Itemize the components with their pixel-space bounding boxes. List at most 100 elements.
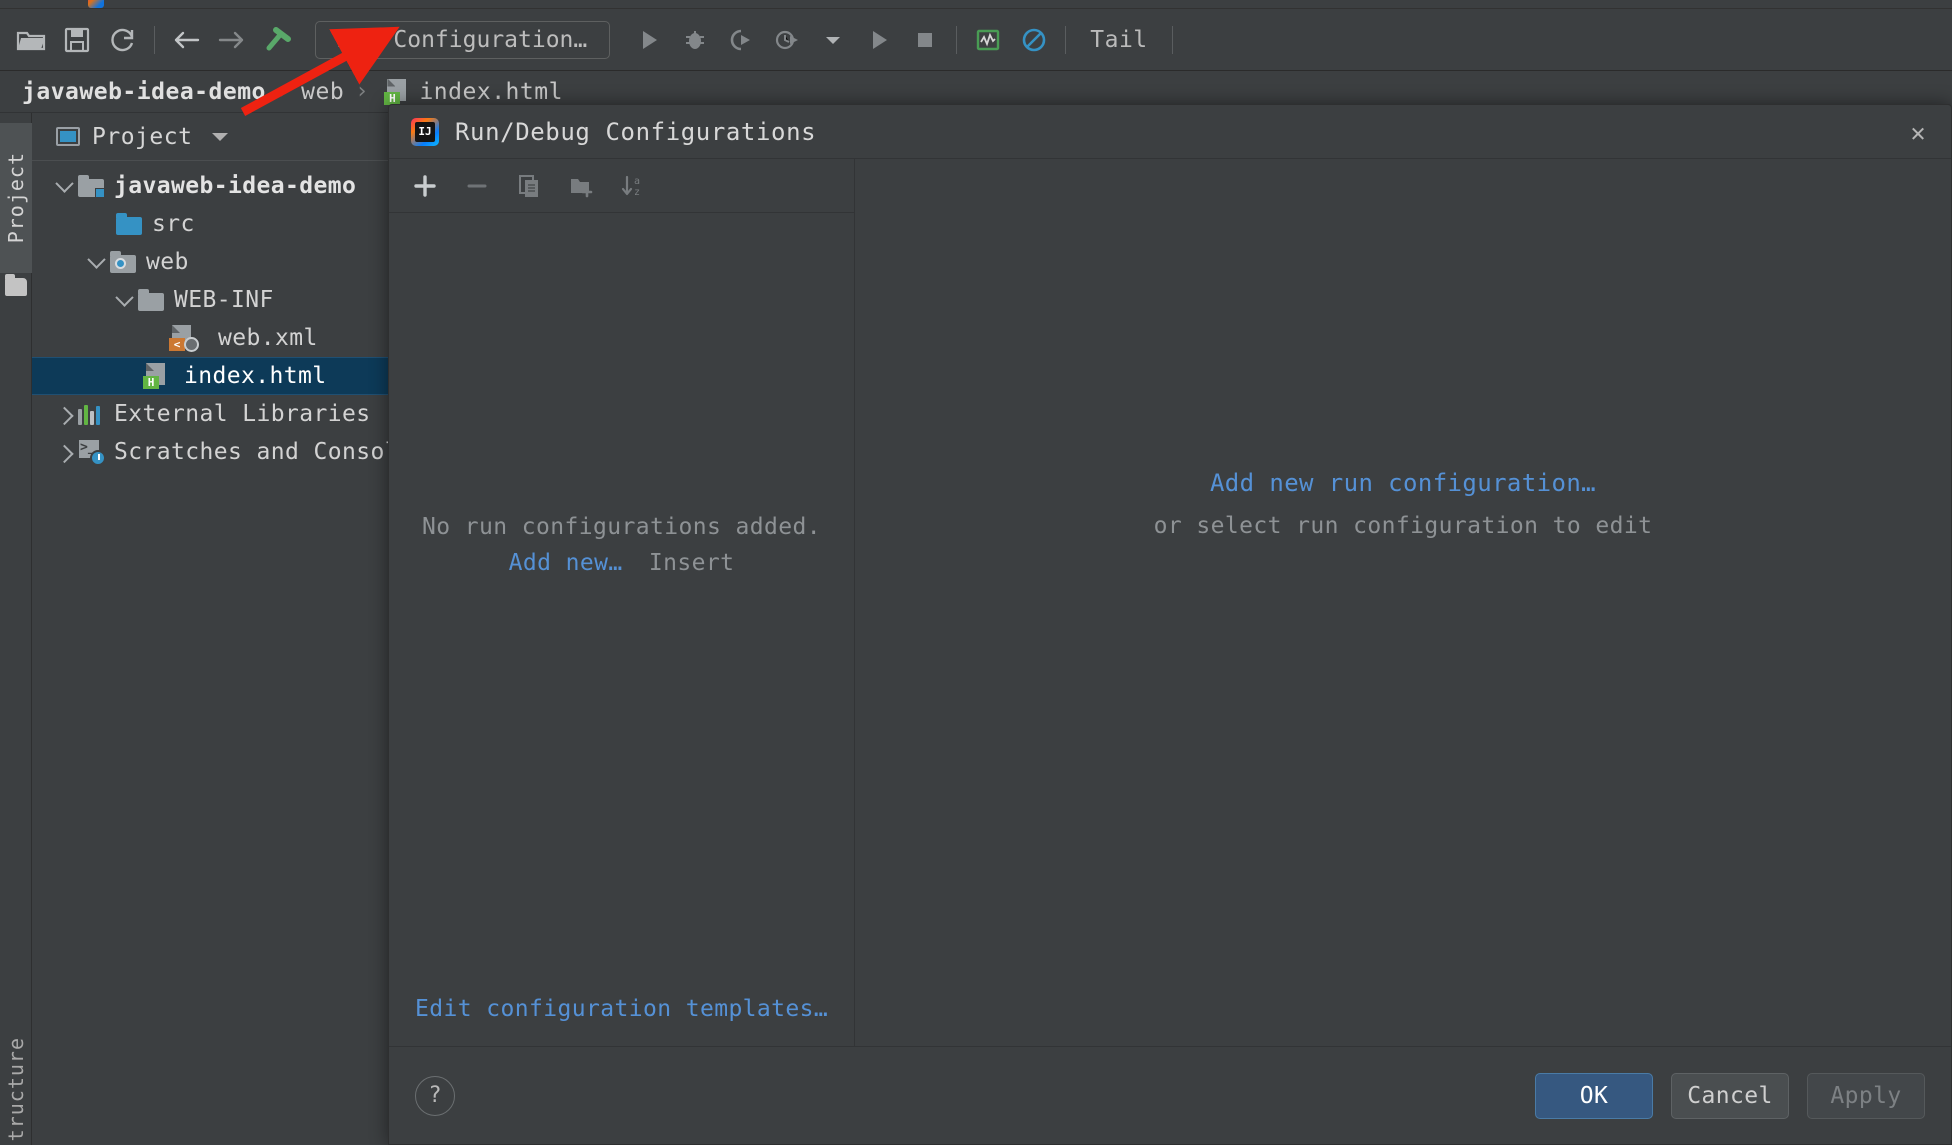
module-folder-icon xyxy=(78,175,104,197)
project-view-icon xyxy=(56,127,80,146)
breadcrumb-item-index-html[interactable]: index.html xyxy=(419,79,562,105)
close-icon[interactable]: ✕ xyxy=(1903,117,1933,147)
html-file-icon: H xyxy=(144,363,168,389)
add-new-run-configuration-link[interactable]: Add new run configuration… xyxy=(1210,469,1596,497)
toolbar-separator-1 xyxy=(154,26,155,54)
tree-node-label: web xyxy=(146,249,189,275)
run-with-coverage-icon[interactable] xyxy=(718,17,764,63)
tree-node-src[interactable]: src xyxy=(32,205,388,243)
copy-configuration-button[interactable] xyxy=(507,166,551,206)
structure-tab-label: tructure xyxy=(4,1037,28,1141)
breadcrumb-root[interactable]: javaweb-idea-demo xyxy=(22,79,266,105)
tree-node-javaweb-idea-demo[interactable]: javaweb-idea-demo xyxy=(32,167,388,205)
tail-button[interactable]: Tail xyxy=(1074,27,1163,53)
run-debug-configurations-dialog: Run/Debug Configurations ✕ xyxy=(388,104,1952,1145)
forward-arrow-icon[interactable] xyxy=(209,17,255,63)
dialog-body: a z No run configurations added. Add new… xyxy=(389,159,1951,1046)
web-folder-icon xyxy=(110,251,136,273)
tree-node-label: Scratches and Consol xyxy=(114,439,388,465)
edit-configuration-templates-link[interactable]: Edit configuration templates… xyxy=(415,996,828,1022)
intellij-idea-icon xyxy=(411,118,439,146)
stop-square-icon[interactable] xyxy=(902,17,948,63)
chevron-down-icon[interactable] xyxy=(212,133,228,141)
folder-icon xyxy=(138,289,164,311)
libraries-icon xyxy=(78,403,104,425)
svg-text:a: a xyxy=(634,176,640,187)
expand-toggle[interactable] xyxy=(50,180,78,193)
expand-toggle[interactable] xyxy=(50,446,78,459)
dialog-title: Run/Debug Configurations xyxy=(455,118,816,146)
menu-bar-strip xyxy=(0,0,1952,9)
dialog-title-bar: Run/Debug Configurations ✕ xyxy=(389,105,1951,159)
remove-configuration-button[interactable] xyxy=(455,166,499,206)
xml-file-icon: < xyxy=(170,325,194,351)
edit-templates-container: Edit configuration templates… xyxy=(389,996,854,1046)
sidebar-item-project[interactable]: Project xyxy=(0,123,32,273)
toolbar-separator-2 xyxy=(956,26,957,54)
project-tree: javaweb-idea-demo src web xyxy=(32,161,388,471)
tree-node-web[interactable]: web xyxy=(32,243,388,281)
sync-refresh-icon[interactable] xyxy=(100,17,146,63)
run-play-icon[interactable] xyxy=(626,17,672,63)
toolbar-separator-3 xyxy=(1065,26,1066,54)
debug-bug-icon[interactable] xyxy=(672,17,718,63)
main-toolbar: Add Configuration… xyxy=(0,9,1952,71)
tree-node-scratches-and-consoles[interactable]: >_ Scratches and Consol xyxy=(32,433,388,471)
tree-node-label: src xyxy=(152,211,195,237)
add-new-shortcut: Insert xyxy=(649,550,734,576)
left-tool-window-bar: Project tructure xyxy=(0,113,32,1145)
tree-node-web-xml[interactable]: < web.xml xyxy=(32,319,388,357)
project-view-label: Project xyxy=(92,124,192,150)
save-all-icon[interactable] xyxy=(54,17,100,63)
add-new-link[interactable]: Add new… xyxy=(509,550,623,576)
tree-node-index-html[interactable]: H index.html xyxy=(32,357,388,395)
sort-alphabetically-button[interactable]: a z xyxy=(611,166,655,206)
add-configuration-button[interactable]: Add Configuration… xyxy=(315,21,610,59)
tree-node-external-libraries[interactable]: External Libraries xyxy=(32,395,388,433)
chevron-down-icon[interactable] xyxy=(810,17,856,63)
project-tool-window: Project javaweb-idea-demo src xyxy=(32,113,388,1145)
tree-node-label: web.xml xyxy=(218,325,318,351)
run-play-icon-2[interactable] xyxy=(856,17,902,63)
project-view-header[interactable]: Project xyxy=(32,113,388,161)
project-tab-label: Project xyxy=(4,152,28,243)
add-configuration-button[interactable] xyxy=(403,166,447,206)
intellij-idea-icon-small xyxy=(88,0,104,8)
open-folder-icon[interactable] xyxy=(8,17,54,63)
svg-text:z: z xyxy=(634,187,640,198)
application-window: Add Configuration… xyxy=(0,0,1952,1145)
tree-node-label: External Libraries xyxy=(114,401,370,427)
breadcrumb-item-web[interactable]: web xyxy=(301,79,344,105)
cancel-button[interactable]: Cancel xyxy=(1671,1073,1789,1119)
back-arrow-icon[interactable] xyxy=(163,17,209,63)
expand-toggle[interactable] xyxy=(50,408,78,421)
tree-node-label: javaweb-idea-demo xyxy=(114,173,356,199)
source-folder-icon xyxy=(116,213,142,235)
expand-toggle[interactable] xyxy=(82,256,110,269)
empty-list-actions: Add new… Insert xyxy=(509,550,735,576)
configurations-toolbar: a z xyxy=(389,159,854,213)
no-entry-icon[interactable] xyxy=(1011,17,1057,63)
profiler-icon[interactable] xyxy=(764,17,810,63)
html-file-icon: H xyxy=(385,79,409,105)
tree-node-label: index.html xyxy=(184,363,326,389)
configurations-list-panel: a z No run configurations added. Add new… xyxy=(389,159,855,1046)
build-hammer-icon[interactable] xyxy=(255,17,301,63)
tree-node-web-inf[interactable]: WEB-INF xyxy=(32,281,388,319)
activity-monitor-icon[interactable] xyxy=(965,17,1011,63)
breadcrumb-separator: › xyxy=(277,79,290,104)
new-folder-button[interactable] xyxy=(559,166,603,206)
tree-node-label: WEB-INF xyxy=(174,287,274,313)
help-button[interactable]: ? xyxy=(415,1076,455,1116)
toolbar-separator-4 xyxy=(1172,26,1173,54)
configuration-detail-panel: Add new run configuration… or select run… xyxy=(855,159,1951,1046)
ok-button[interactable]: OK xyxy=(1535,1073,1653,1119)
empty-configurations-message: No run configurations added. Add new… In… xyxy=(389,213,854,996)
scratches-icon: >_ xyxy=(78,440,104,464)
detail-hint-text: or select run configuration to edit xyxy=(1154,513,1653,539)
apply-button: Apply xyxy=(1807,1073,1925,1119)
expand-toggle[interactable] xyxy=(110,294,138,307)
sidebar-item-structure[interactable]: tructure xyxy=(0,1033,32,1145)
breadcrumb-separator-2: › xyxy=(355,79,368,104)
empty-list-text: No run configurations added. xyxy=(422,514,821,540)
